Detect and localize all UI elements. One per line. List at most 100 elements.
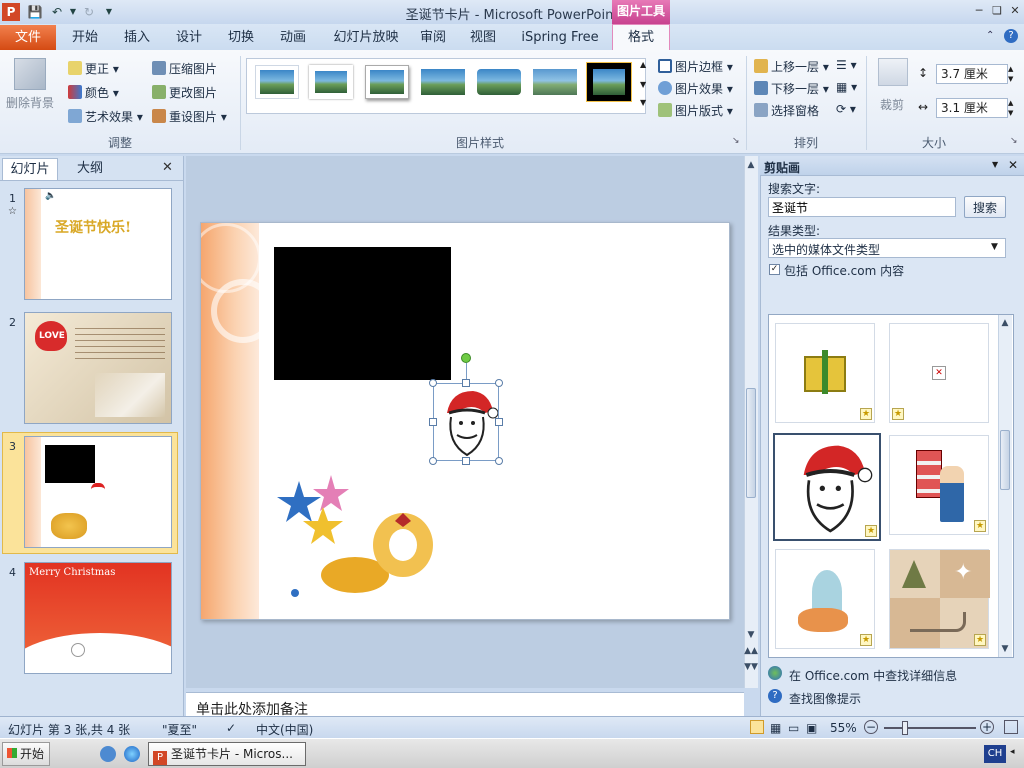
remove-background-button[interactable]: 删除背景 (6, 94, 54, 111)
slide-thumbnail-3[interactable] (24, 436, 172, 548)
clip-result-gift-man[interactable]: ★ (889, 435, 989, 535)
send-backward-button[interactable]: 下移一层 ▾ (754, 80, 829, 97)
browser-icon[interactable] (124, 746, 140, 762)
tab-design[interactable]: 设计 (166, 26, 212, 50)
resize-handle-sw[interactable] (429, 457, 437, 465)
tab-ispring[interactable]: iSpring Free (516, 26, 604, 50)
picture-style-6[interactable] (533, 65, 577, 99)
picture-style-4[interactable] (421, 65, 465, 99)
help-icon[interactable]: ? (1004, 29, 1018, 43)
pane-options-icon[interactable]: ▼ (992, 160, 998, 169)
rotation-handle[interactable] (461, 353, 471, 363)
zoom-slider-thumb[interactable] (902, 721, 908, 735)
size-dialog-launcher-icon[interactable]: ↘ (1010, 136, 1018, 146)
clip-result-broken[interactable]: ✕ ★ (889, 323, 989, 423)
picture-style-7[interactable] (586, 62, 632, 102)
result-type-select[interactable]: 选中的媒体文件类型 ▼ (768, 238, 1006, 258)
tab-review[interactable]: 审阅 (412, 26, 454, 50)
tab-insert[interactable]: 插入 (114, 26, 160, 50)
scroll-down-icon[interactable]: ▼ (744, 628, 758, 642)
change-picture-button[interactable]: 更改图片 (152, 84, 217, 101)
notes-pane[interactable]: 单击此处添加备注 (186, 692, 744, 718)
language-indicator[interactable]: 中文(中国) (256, 721, 313, 738)
tab-transitions[interactable]: 切换 (218, 26, 264, 50)
slideshow-view-icon[interactable]: ▣ (806, 721, 817, 735)
tab-animations[interactable]: 动画 (270, 26, 316, 50)
picture-style-3[interactable] (365, 65, 409, 99)
corrections-button[interactable]: 更正 ▾ (68, 60, 119, 77)
height-input[interactable]: 3.7 厘米 (936, 64, 1008, 84)
crop-icon[interactable] (878, 58, 908, 86)
gallery-scroll-down-icon[interactable]: ▼ (640, 80, 646, 89)
clip-result-gift[interactable]: ★ (775, 323, 875, 423)
resize-handle-n[interactable] (462, 379, 470, 387)
artistic-effects-button[interactable]: 艺术效果 ▾ (68, 108, 143, 125)
slide-thumbnail-4[interactable]: Merry Christmas (24, 562, 172, 674)
picture-border-button[interactable]: 图片边框 ▾ (658, 58, 733, 75)
results-scroll-down-icon[interactable]: ▼ (998, 642, 1012, 656)
black-picture[interactable] (274, 247, 451, 380)
close-panel-icon[interactable]: ✕ (162, 160, 173, 175)
picture-style-5[interactable] (477, 65, 521, 99)
search-button[interactable]: 搜索 (964, 196, 1006, 218)
group-icon[interactable]: ▦ ▾ (836, 80, 857, 94)
zoom-level[interactable]: 55% (830, 721, 857, 735)
dropdown-arrow-icon[interactable]: ▼ (991, 242, 998, 252)
zoom-out-icon[interactable]: − (864, 720, 878, 734)
slide-sorter-icon[interactable]: ▦ (770, 721, 781, 735)
picture-style-2[interactable] (309, 65, 353, 99)
tab-outline[interactable]: 大纲 (62, 158, 118, 180)
previous-slide-icon[interactable]: ▲▲ (744, 644, 758, 658)
scroll-up-icon[interactable]: ▲ (744, 158, 758, 172)
compress-pictures-button[interactable]: 压缩图片 (152, 60, 217, 77)
gallery-scroll-up-icon[interactable]: ▲ (640, 60, 646, 69)
clip-result-nativity[interactable]: ★ (775, 549, 875, 649)
quick-launch-icon[interactable] (100, 746, 116, 762)
reading-view-icon[interactable]: ▭ (788, 721, 799, 735)
height-spinner-icon[interactable]: ▲ ▼ (1008, 64, 1013, 84)
current-slide[interactable] (200, 222, 730, 620)
include-office-checkbox[interactable]: ✓ (769, 264, 780, 275)
width-input[interactable]: 3.1 厘米 (936, 98, 1008, 118)
tab-format[interactable]: 格式 (612, 24, 670, 51)
picture-effects-button[interactable]: 图片效果 ▾ (658, 80, 733, 97)
normal-view-icon[interactable] (750, 720, 764, 734)
gift-box-illustration[interactable] (277, 473, 441, 603)
find-more-link[interactable]: 在 Office.com 中查找详细信息 (789, 667, 957, 684)
ime-indicator[interactable]: CH (984, 745, 1006, 763)
tray-arrow-icon[interactable]: ◂ (1010, 747, 1015, 757)
bring-forward-button[interactable]: 上移一层 ▾ (754, 58, 829, 75)
minimize-icon[interactable]: ─ (970, 2, 988, 20)
resize-handle-nw[interactable] (429, 379, 437, 387)
resize-handle-s[interactable] (462, 457, 470, 465)
remove-background-icon[interactable] (14, 58, 46, 90)
color-button[interactable]: 颜色 ▾ (68, 84, 119, 101)
tab-slideshow[interactable]: 幻灯片放映 (326, 26, 406, 50)
results-scroll-up-icon[interactable]: ▲ (998, 316, 1012, 330)
slide-thumbnail-2[interactable]: LOVE (24, 312, 172, 424)
crop-button[interactable]: 裁剪 (880, 96, 904, 113)
picture-layout-button[interactable]: 图片版式 ▾ (658, 102, 733, 119)
width-spinner-icon[interactable]: ▲ ▼ (1008, 98, 1013, 118)
zoom-in-icon[interactable]: + (980, 720, 994, 734)
clip-result-pattern[interactable]: ✦ ★ (889, 549, 990, 649)
align-icon[interactable]: ☰ ▾ (836, 58, 857, 72)
zoom-slider-track[interactable] (884, 727, 976, 729)
start-button[interactable]: 开始 (2, 742, 50, 766)
taskbar-powerpoint-window[interactable]: P 圣诞节卡片 - Micros... (148, 742, 306, 766)
rotate-icon[interactable]: ⟳ ▾ (836, 102, 856, 116)
slide-thumbnail-1[interactable]: 🔈 圣诞节快乐! (24, 188, 172, 300)
picture-style-1[interactable] (255, 65, 299, 99)
selection-pane-button[interactable]: 选择窗格 (754, 102, 819, 119)
minimize-ribbon-icon[interactable]: ⌃ (986, 30, 994, 41)
tab-slides[interactable]: 幻灯片 (2, 158, 58, 180)
close-window-icon[interactable]: ✕ (1006, 2, 1024, 20)
resize-handle-se[interactable] (495, 457, 503, 465)
tab-file[interactable]: 文件 (0, 25, 56, 50)
tab-view[interactable]: 视图 (462, 26, 504, 50)
results-scroll-thumb[interactable] (1000, 430, 1010, 490)
spell-check-icon[interactable]: ✓ (226, 721, 236, 735)
restore-icon[interactable]: ❏ (988, 2, 1006, 20)
dialog-launcher-icon[interactable]: ↘ (732, 136, 740, 146)
close-pane-icon[interactable]: ✕ (1008, 158, 1018, 172)
